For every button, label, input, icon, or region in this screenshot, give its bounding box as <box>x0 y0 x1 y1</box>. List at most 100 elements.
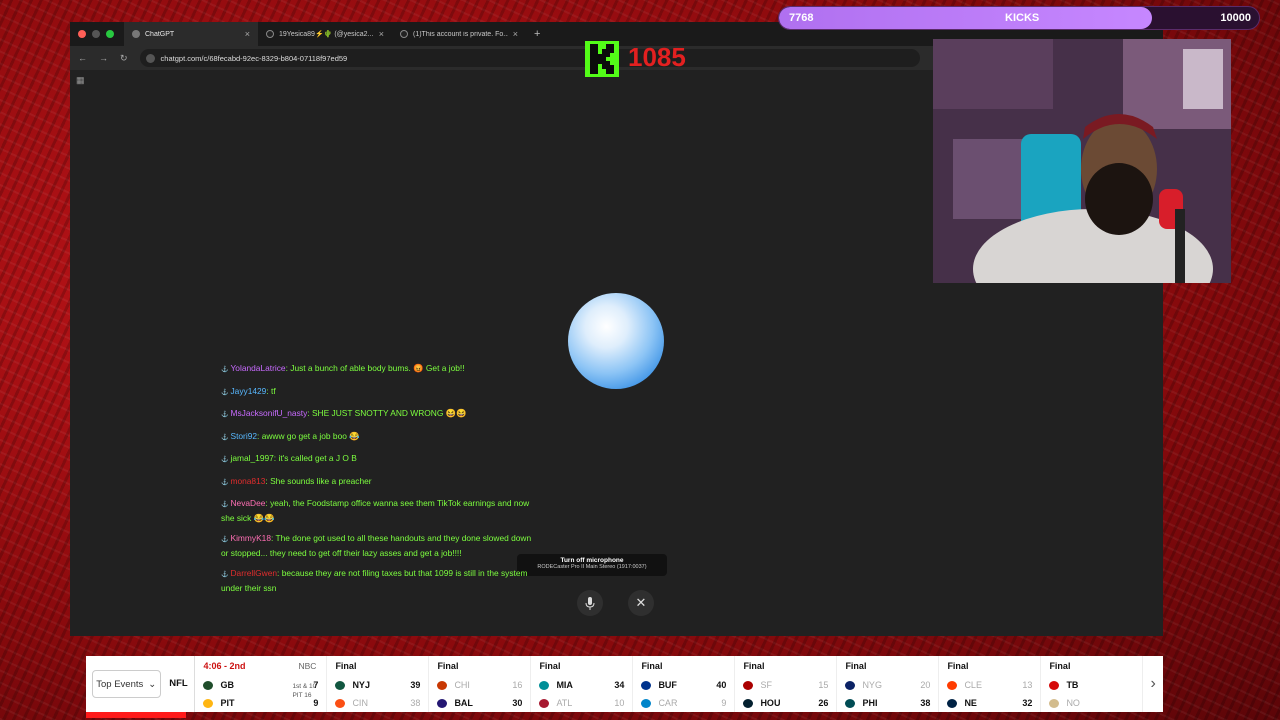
team-logo-icon <box>1049 680 1060 690</box>
chat-username[interactable]: Stori92 <box>230 431 257 441</box>
site-info-icon[interactable] <box>145 53 155 63</box>
tab-chatgpt[interactable]: ChatGPT × <box>124 22 258 46</box>
close-window-button[interactable] <box>78 30 86 38</box>
microphone-button[interactable] <box>577 590 603 616</box>
close-tab-icon[interactable]: × <box>245 29 250 39</box>
chevron-right-icon[interactable]: › <box>1143 675 1163 693</box>
team-logo-icon <box>743 698 754 708</box>
kick-logo-icon <box>585 41 619 77</box>
chat-message: ⚓ NevaDee: yeah, the Foodstamp office wan… <box>221 497 539 524</box>
team-logo-icon <box>947 698 958 708</box>
game-status: Final <box>1049 661 1071 671</box>
chat-text: SHE JUST SNOTTY AND WRONG 😆😆 <box>311 408 467 418</box>
score-ticker: Top Events ⌄ NFL 4:06 - 2nd NBC GB 7 PIT 9 1st… <box>86 656 1163 712</box>
team-row: CIN 38 <box>335 694 420 712</box>
game-card[interactable]: Final TB NO <box>1041 656 1144 712</box>
team-score: 13 <box>1022 680 1033 690</box>
team-abbr: PIT <box>220 698 235 708</box>
close-tab-icon[interactable]: × <box>379 29 384 39</box>
chat-badge-icon: ⚓ <box>221 434 229 441</box>
team-row: CAR 9 <box>641 694 726 712</box>
game-card[interactable]: Final CHI 16 BAL 30 <box>429 656 532 712</box>
team-logo-icon <box>1049 698 1060 708</box>
minimize-window-button[interactable] <box>92 30 100 38</box>
chat-message: ⚓ Jayy1429: tf <box>221 385 539 400</box>
team-row: NYJ 39 <box>335 676 420 694</box>
forward-arrow-icon[interactable]: → <box>99 53 108 63</box>
game-card[interactable]: Final NYG 20 PHI 38 <box>837 656 940 712</box>
team-row: TB <box>1049 676 1134 694</box>
kick-counter: 1085 <box>628 42 686 72</box>
goal-label: KICKS <box>1005 12 1040 24</box>
chat-message: ⚓ mona813: She sounds like a preacher <box>221 475 539 490</box>
team-row: BUF 40 <box>641 676 726 694</box>
streamer-camera-image <box>933 39 1231 283</box>
close-tab-icon[interactable]: × <box>513 29 518 39</box>
team-score: 20 <box>920 680 931 690</box>
team-abbr: SF <box>760 680 772 690</box>
team-score: 32 <box>1022 698 1033 708</box>
game-card[interactable]: 4:06 - 2nd NBC GB 7 PIT 9 1st & 10 PIT 16 <box>195 656 328 712</box>
game-status: Final <box>845 661 867 671</box>
stream-chat: ⚓ YolandaLatrice: Just a bunch of able bo… <box>221 358 539 604</box>
maximize-window-button[interactable] <box>106 30 114 38</box>
game-card[interactable]: Final MIA 34 ATL 10 <box>531 656 634 712</box>
game-status: Final <box>641 661 663 671</box>
team-row: PHI 38 <box>845 694 930 712</box>
chat-username[interactable]: mona813 <box>230 476 265 486</box>
top-events-dropdown[interactable]: Top Events ⌄ <box>92 670 161 698</box>
tab-tiktok-private[interactable]: (1)This account is private. Fo... × <box>392 22 526 46</box>
chat-message: ⚓ YolandaLatrice: Just a bunch of able bo… <box>221 362 539 377</box>
chat-badge-icon: ⚓ <box>221 502 229 508</box>
team-logo-icon <box>641 698 652 708</box>
team-row: NYG 20 <box>845 676 930 694</box>
game-card[interactable]: Final SF 15 HOU 26 <box>735 656 838 712</box>
chat-badge-icon: ⚓ <box>221 367 229 373</box>
chat-text: Just a bunch of able body bums. 😡 Get a … <box>290 363 465 373</box>
chat-username[interactable]: MsJacksonifU_nasty <box>230 408 307 418</box>
chat-username[interactable]: jamal_1997 <box>230 453 273 463</box>
team-logo-icon <box>539 698 550 708</box>
chat-username[interactable]: DarrellGwen <box>230 568 277 578</box>
team-abbr: CHI <box>454 680 470 690</box>
url-input[interactable]: chatgpt.com/c/68fecabd-92ec-8329-b804-07… <box>139 49 920 67</box>
kicks-goal-bar: 7768 KICKS 10000 <box>778 6 1260 30</box>
team-row: SF 15 <box>743 676 828 694</box>
chat-username[interactable]: Jayy1429 <box>230 386 266 396</box>
game-situation: 1st & 10 PIT 16 <box>292 682 316 700</box>
team-score: 16 <box>512 680 523 690</box>
back-arrow-icon[interactable]: ← <box>78 53 87 63</box>
chat-text: it's called get a J O B <box>278 453 357 463</box>
league-label: NFL <box>163 656 196 712</box>
end-voice-button[interactable]: ✕ <box>628 590 654 616</box>
tiktok-favicon-icon <box>266 30 274 38</box>
team-logo-icon <box>947 680 958 690</box>
team-score: 38 <box>410 698 421 708</box>
team-score: 40 <box>716 680 727 690</box>
tooltip-title: Turn off microphone <box>560 557 624 564</box>
top-events-label: Top Events <box>96 678 144 690</box>
apps-grid-icon[interactable]: ▦ <box>76 75 85 86</box>
goal-target: 10000 <box>1220 12 1251 24</box>
team-abbr: ATL <box>556 698 573 708</box>
chat-message: ⚓ Stori92: awww go get a job boo 😂 <box>221 430 539 445</box>
chat-message: ⚓ jamal_1997: it's called get a J O B <box>221 452 539 467</box>
new-tab-icon[interactable]: + <box>534 28 540 40</box>
team-abbr: GB <box>220 680 234 690</box>
team-logo-icon <box>203 680 214 690</box>
chat-username[interactable]: KimmyK18 <box>230 533 271 543</box>
chat-username[interactable]: YolandaLatrice <box>230 363 285 373</box>
reload-icon[interactable]: ↻ <box>120 53 128 64</box>
team-score: 26 <box>818 698 829 708</box>
team-score: 9 <box>721 698 727 708</box>
game-card[interactable]: Final CLE 13 NE 32 <box>939 656 1042 712</box>
chat-text: She sounds like a preacher <box>270 475 372 486</box>
chat-message: ⚓ DarrellGwen: because they are not filin… <box>221 567 539 594</box>
chat-badge-icon: ⚓ <box>221 537 229 543</box>
game-card[interactable]: Final BUF 40 CAR 9 <box>633 656 736 712</box>
team-score: 39 <box>410 680 421 690</box>
chatgpt-favicon-icon <box>132 30 140 38</box>
tab-tiktok-profile[interactable]: 19Yesica89⚡🌵 (@yesica2... × <box>258 22 392 46</box>
game-card[interactable]: Final NYJ 39 CIN 38 <box>327 656 430 712</box>
chat-username[interactable]: NevaDee <box>230 498 265 508</box>
